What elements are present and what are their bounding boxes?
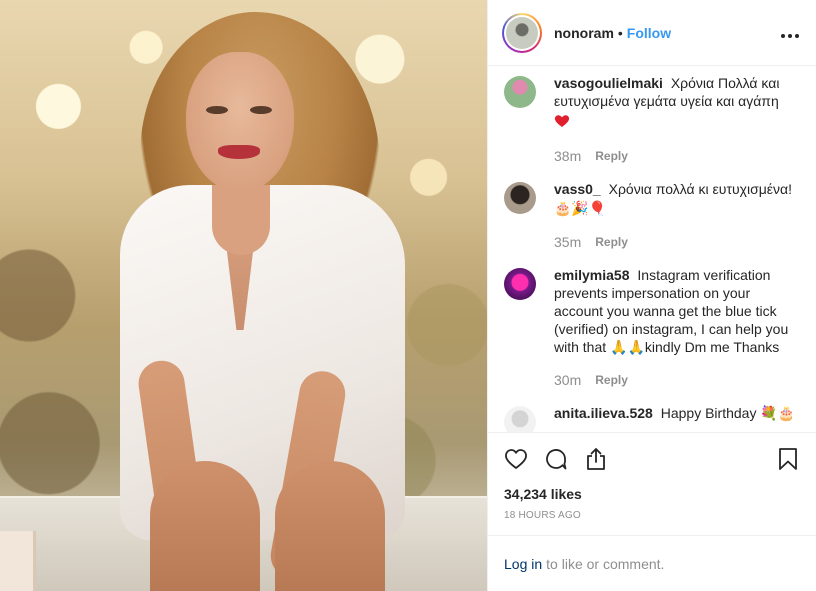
comment-body: emilymia58 Instagram verification preven… — [554, 266, 799, 388]
comment-item: anita.ilieva.528 Happy Birthday 💐🎂 — [504, 404, 800, 432]
login-suffix: to like or comment. — [546, 555, 665, 572]
comment-text: Χρόνια πολλά κι ευτυχισμένα! — [608, 181, 793, 197]
story-ring-inner — [504, 14, 540, 51]
post-timestamp[interactable]: 18 HOURS AGO — [488, 507, 816, 535]
instagram-post: nonoram • Follow vasogoulielmaki Χρόνια … — [0, 0, 816, 591]
likes-count[interactable]: 34,234 likes — [488, 485, 816, 507]
comment-time[interactable]: 30m — [554, 372, 581, 388]
comment-text: Happy Birthday — [660, 405, 757, 421]
photo-bench-left — [0, 531, 36, 591]
comment-text-block: emilymia58 Instagram verification preven… — [554, 266, 799, 356]
comment-author[interactable]: anita.ilieva.528 — [554, 405, 657, 421]
post-footer: 34,234 likes 18 HOURS AGO Log in to like… — [488, 432, 816, 591]
more-options-icon[interactable] — [780, 24, 800, 42]
comment-emojis: 💐🎂 — [760, 406, 796, 422]
comment-text-block: vass0_ Χρόνια πολλά κι ευτυχισμένα! 🎂🎉🎈 — [554, 180, 799, 218]
comment-meta: 35m Reply — [554, 234, 799, 250]
comment-time[interactable]: 38m — [554, 148, 581, 164]
photo-lips — [218, 145, 260, 159]
comments-list[interactable]: vasogoulielmaki Χρόνια Πολλά και ευτυχισ… — [488, 66, 816, 432]
bookmark-svg — [779, 448, 797, 470]
photo-neck — [212, 185, 270, 255]
comment-time[interactable]: 35m — [554, 234, 581, 250]
share-svg — [587, 448, 605, 470]
comment-item: vasogoulielmaki Χρόνια Πολλά και ευτυχισ… — [504, 74, 800, 164]
commenter-avatar[interactable] — [504, 182, 536, 214]
comment-meta: 38m Reply — [554, 148, 799, 164]
login-bar: Log in to like or comment. — [488, 535, 816, 591]
reply-button[interactable]: Reply — [595, 235, 628, 249]
heart-svg — [505, 449, 527, 469]
commenter-avatar[interactable] — [504, 406, 536, 432]
comment-body: vasogoulielmaki Χρόνια Πολλά και ευτυχισ… — [554, 74, 799, 164]
photo-right-leg — [275, 461, 385, 591]
comment-body: anita.ilieva.528 Happy Birthday 💐🎂 — [554, 404, 799, 423]
comment-item: emilymia58 Instagram verification preven… — [504, 266, 800, 388]
comment-body: vass0_ Χρόνια πολλά κι ευτυχισμένα! 🎂🎉🎈 … — [554, 180, 799, 250]
red-heart-emoji-icon — [554, 115, 570, 127]
post-side-panel: nonoram • Follow vasogoulielmaki Χρόνια … — [487, 0, 816, 591]
commenter-avatar[interactable] — [504, 268, 536, 300]
photo-right-eye — [250, 106, 272, 114]
comment-author[interactable]: vass0_ — [554, 181, 605, 197]
comment-meta: 30m Reply — [554, 372, 799, 388]
share-icon[interactable] — [584, 447, 608, 471]
story-ring[interactable] — [502, 12, 542, 53]
comment-item: vass0_ Χρόνια πολλά κι ευτυχισμένα! 🎂🎉🎈 … — [504, 180, 800, 250]
comment-emojis: 🎂🎉🎈 — [554, 201, 607, 217]
author-username[interactable]: nonoram — [554, 25, 614, 41]
comment-author[interactable]: vasogoulielmaki — [554, 75, 667, 91]
author-avatar[interactable] — [506, 16, 538, 49]
reply-button[interactable]: Reply — [595, 373, 628, 387]
comment-text-block: anita.ilieva.528 Happy Birthday 💐🎂 — [554, 404, 799, 423]
comment-icon[interactable] — [544, 447, 568, 471]
commenter-avatar[interactable] — [504, 76, 536, 108]
login-link[interactable]: Log in — [504, 556, 542, 572]
heart-icon[interactable] — [504, 447, 528, 471]
bookmark-icon[interactable] — [776, 447, 800, 471]
follow-button[interactable]: Follow — [627, 25, 671, 41]
photo-face — [186, 52, 294, 192]
header-separator: • — [617, 24, 623, 41]
photo-left-leg — [150, 461, 260, 591]
photo-left-eye — [206, 106, 228, 114]
reply-button[interactable]: Reply — [595, 149, 628, 163]
comment-svg — [546, 449, 567, 470]
more-dots-svg — [781, 33, 799, 38]
post-photo[interactable] — [0, 0, 487, 591]
post-header: nonoram • Follow — [488, 0, 816, 66]
comment-emojis — [554, 114, 799, 132]
comment-text-block: vasogoulielmaki Χρόνια Πολλά και ευτυχισ… — [554, 74, 799, 132]
comment-author[interactable]: emilymia58 — [554, 267, 633, 283]
action-bar — [488, 433, 816, 485]
